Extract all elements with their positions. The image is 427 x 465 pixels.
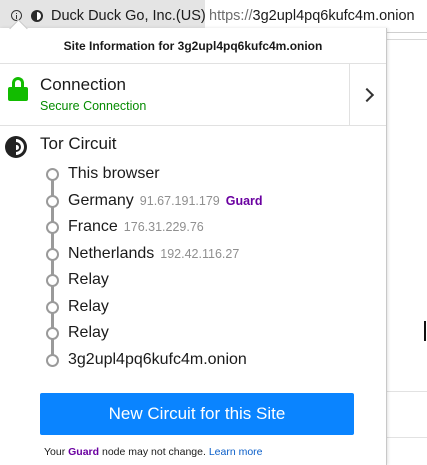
circuit-node-name: Relay: [68, 298, 109, 316]
tor-circuit-header: Tor Circuit: [0, 126, 386, 166]
circuit-node-label: Relay: [68, 297, 109, 315]
circuit-node-dot-icon: [46, 247, 59, 261]
url-host: 3g2upl4pq6kufc4m.onion: [252, 8, 415, 24]
connection-status: Secure Connection: [40, 99, 147, 113]
site-organization[interactable]: Duck Duck Go, Inc.(US): [51, 8, 206, 24]
circuit-node: 3g2upl4pq6kufc4m.onion: [0, 347, 386, 373]
circuit-node-name: Netherlands 192.42.116.27: [68, 245, 239, 263]
circuit-node: Relay: [0, 320, 386, 346]
circuit-node-label: Germany: [68, 191, 134, 209]
url-text[interactable]: https://3g2upl4pq6kufc4m.onion: [209, 8, 415, 24]
connection-row[interactable]: Connection Secure Connection: [0, 64, 386, 126]
circuit-title: Tor Circuit: [40, 134, 117, 153]
circuit-node: This browser: [0, 161, 386, 187]
guard-note: Your Guard node may not change. Learn mo…: [44, 446, 263, 458]
guard-note-guard: Guard: [68, 446, 100, 458]
circuit-node-label: Netherlands: [68, 244, 155, 262]
circuit-node-name: This browser: [68, 165, 160, 183]
circuit-node: Relay: [0, 267, 386, 293]
circuit-node-dot-icon: [46, 353, 59, 367]
connection-title: Connection: [40, 75, 127, 94]
new-circuit-button[interactable]: New Circuit for this Site: [40, 393, 354, 435]
circuit-node-ip: 91.67.191.179: [139, 193, 220, 208]
circuit-node-dot-icon: [46, 221, 59, 234]
url-scheme: https://: [209, 8, 253, 24]
circuit-node-label: This browser: [68, 165, 160, 182]
site-information-panel: Site Information for 3g2upl4pq6kufc4m.on…: [0, 19, 387, 465]
circuit-node-name: 3g2upl4pq6kufc4m.onion: [68, 351, 247, 369]
circuit-node-label: Relay: [68, 271, 109, 288]
circuit-node: Netherlands 192.42.116.27: [0, 241, 386, 267]
tor-onion-icon[interactable]: [31, 10, 43, 22]
circuit-node-label: Relay: [68, 324, 109, 341]
guard-note-suffix: node may not change.: [101, 446, 206, 458]
circuit-node-dot-icon: [46, 168, 59, 181]
lock-icon: [8, 77, 28, 101]
circuit-node-name: France 176.31.229.76: [68, 218, 204, 236]
guard-note-prefix: Your: [44, 446, 66, 458]
learn-more-link[interactable]: Learn more: [209, 446, 263, 458]
circuit-node-label: France: [68, 218, 118, 235]
text-cursor: [424, 321, 426, 341]
circuit-node-dot-icon: [46, 300, 59, 314]
circuit-node-name: Relay: [68, 271, 109, 289]
divider: [386, 437, 427, 438]
circuit-node-dot-icon: [46, 194, 59, 208]
page-background: [386, 33, 427, 465]
circuit-node: France 176.31.229.76: [0, 214, 386, 240]
guard-badge: Guard: [225, 193, 263, 208]
circuit-node-name: Relay: [68, 324, 109, 342]
circuit-node: Germany 91.67.191.179 Guard: [0, 188, 386, 214]
circuit-node-dot-icon: [46, 274, 59, 287]
divider: [386, 391, 427, 392]
circuit-node-ip: 176.31.229.76: [123, 220, 204, 234]
divider: [349, 64, 350, 125]
circuit-node-name: Germany 91.67.191.179 Guard: [68, 192, 263, 210]
circuit-node-ip: 192.42.116.27: [160, 246, 240, 261]
circuit-node: Relay: [0, 294, 386, 320]
circuit-node-label: 3g2upl4pq6kufc4m.onion: [68, 350, 247, 368]
panel-title: Site Information for 3g2upl4pq6kufc4m.on…: [0, 28, 386, 64]
chevron-right-icon[interactable]: [359, 87, 375, 103]
tor-onion-icon: [5, 136, 27, 158]
divider: [386, 39, 427, 40]
circuit-node-dot-icon: [46, 327, 59, 340]
